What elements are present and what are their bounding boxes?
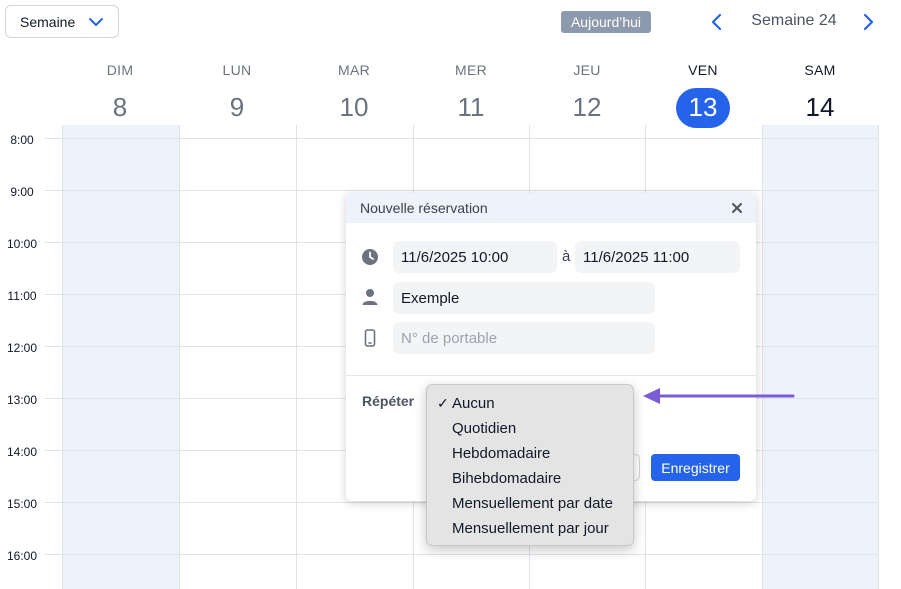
end-datetime-input[interactable]: 11/6/2025 11:00 (575, 241, 740, 273)
clock-icon (362, 249, 378, 265)
day-name: MAR (337, 62, 370, 78)
time-label: 11:00 (7, 289, 37, 303)
grid-vline (878, 125, 879, 589)
day-name: JEU (573, 62, 601, 78)
repeat-label: Répéter (362, 393, 415, 409)
time-label: 10:00 (6, 237, 38, 251)
option-label: Bihebdomadaire (452, 470, 562, 487)
weekend-column-sat (762, 125, 878, 589)
weekend-column-sun (62, 125, 179, 589)
day-number: 14 (805, 92, 835, 122)
grid-vline (762, 125, 763, 589)
chevron-right-icon[interactable] (861, 12, 875, 32)
day-name: SAM (804, 62, 836, 78)
checkmark-icon: ✓ (437, 395, 449, 411)
day-number: 9 (229, 92, 245, 122)
option-label: Quotidien (452, 420, 517, 437)
day-header-thu[interactable]: JEU 12 (529, 60, 645, 128)
grid-vline (179, 125, 180, 589)
start-datetime-input[interactable]: 11/6/2025 10:00 (393, 241, 557, 273)
time-label: 12:00 (6, 341, 38, 355)
day-name: VEN (688, 62, 718, 78)
day-number: 8 (112, 92, 128, 122)
time-label: 13:00 (6, 393, 38, 407)
day-header-wed[interactable]: MER 11 (413, 60, 529, 128)
grid-hline (45, 190, 879, 191)
repeat-option-biweekly[interactable]: Bihebdomadaire (427, 466, 633, 491)
user-icon (362, 289, 378, 305)
day-header-sat[interactable]: SAM 14 (762, 60, 878, 128)
name-input[interactable]: Exemple (393, 282, 655, 314)
repeat-option-monthly-by-date[interactable]: Mensuellement par date (427, 491, 633, 516)
close-icon[interactable] (730, 201, 744, 215)
dialog-title: Nouvelle réservation (360, 200, 488, 216)
today-button[interactable]: Aujourd’hui (561, 11, 651, 33)
repeat-option-daily[interactable]: Quotidien (427, 416, 633, 441)
day-number: 11 (457, 92, 485, 122)
repeat-dropdown-menu[interactable]: ✓ Aucun Quotidien Hebdomadaire Bihebdoma… (426, 384, 634, 546)
option-label: Mensuellement par date (452, 495, 613, 512)
view-select[interactable]: Semaine (5, 5, 119, 38)
grid-hline (45, 138, 879, 139)
day-header-fri-today[interactable]: VEN 13 (645, 60, 761, 128)
chevron-left-icon[interactable] (710, 12, 724, 32)
day-name: MER (454, 62, 487, 78)
time-label: 15:00 (6, 497, 38, 511)
option-label: Hebdomadaire (452, 445, 551, 462)
option-label: Mensuellement par jour (452, 520, 609, 537)
chevron-down-icon (89, 18, 103, 26)
time-label: 14:00 (6, 445, 38, 459)
phone-input[interactable] (393, 322, 655, 354)
mobile-phone-icon (364, 329, 376, 347)
dialog-divider (346, 375, 756, 376)
time-label: 16:00 (6, 549, 38, 563)
day-header-sun[interactable]: DIM 8 (62, 60, 178, 128)
grid-vline (62, 125, 63, 589)
repeat-option-none[interactable]: ✓ Aucun (427, 391, 633, 416)
time-label: 9:00 (10, 185, 34, 199)
day-number: 10 (339, 92, 369, 122)
dialog-header: Nouvelle réservation (346, 193, 756, 223)
repeat-option-weekly[interactable]: Hebdomadaire (427, 441, 633, 466)
week-label: Semaine 24 (751, 12, 837, 29)
day-header-tue[interactable]: MAR 10 (296, 60, 412, 128)
date-separator: à (562, 248, 571, 265)
annotation-arrow-icon (643, 388, 795, 404)
grid-hline (45, 554, 879, 555)
day-header-mon[interactable]: LUN 9 (179, 60, 295, 128)
repeat-option-monthly-by-day[interactable]: Mensuellement par jour (427, 516, 633, 541)
save-button[interactable]: Enregistrer (651, 454, 740, 481)
grid-vline (296, 125, 297, 589)
today-day-number: 13 (676, 88, 730, 128)
view-select-value: Semaine (20, 13, 76, 30)
time-label: 8:00 (10, 133, 34, 147)
day-name: LUN (222, 62, 252, 78)
option-label: Aucun (452, 395, 495, 412)
day-number: 12 (572, 92, 602, 122)
day-name: DIM (106, 62, 134, 78)
